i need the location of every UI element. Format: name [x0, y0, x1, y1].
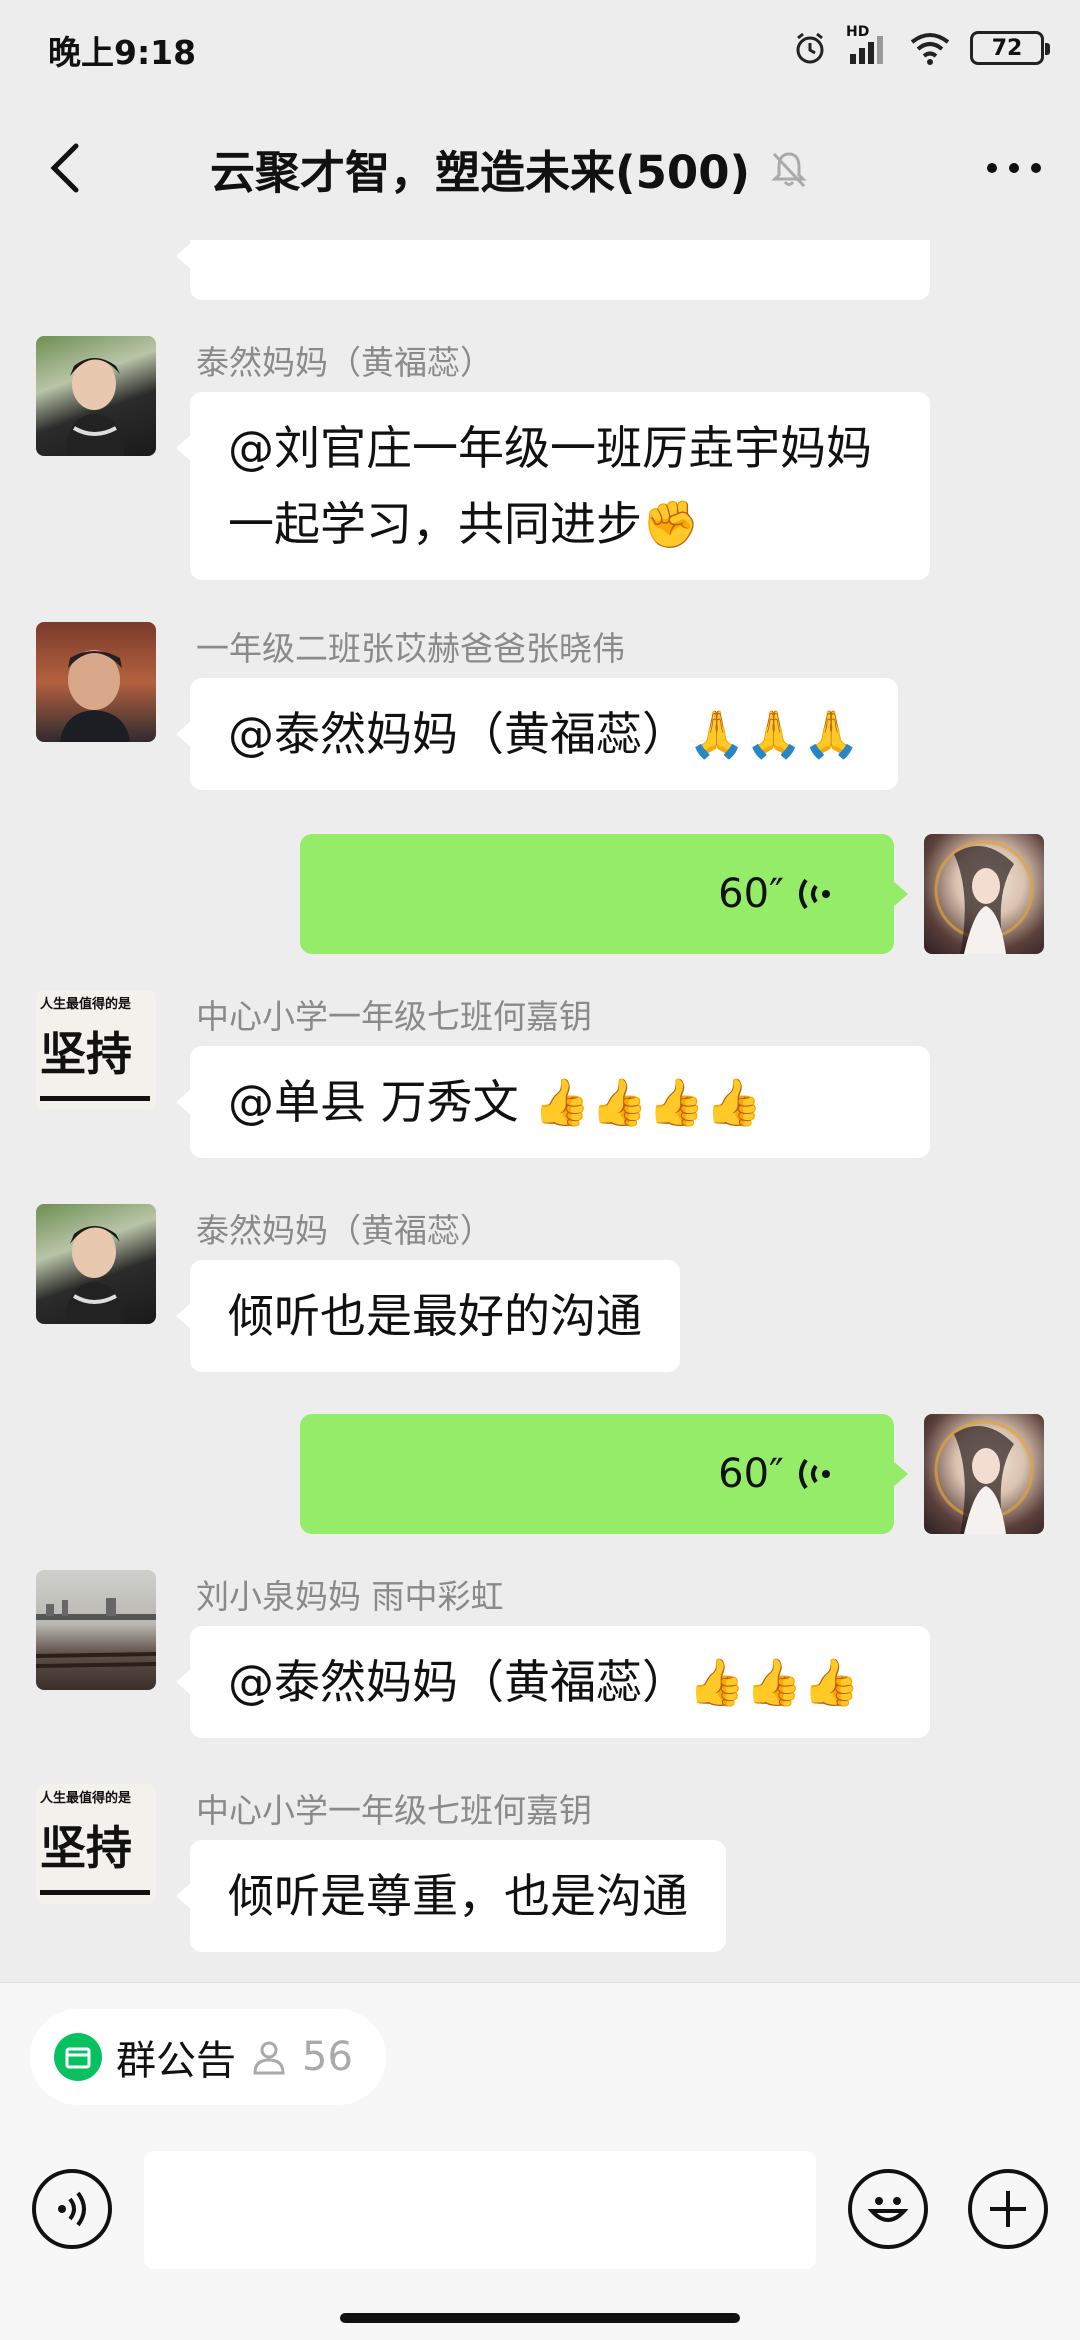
- more-options-button[interactable]: [978, 132, 1050, 204]
- voice-icon: [58, 2191, 86, 2227]
- signal-icon: HD: [846, 24, 890, 66]
- sender-name: 中心小学一年级七班何嘉钥: [196, 997, 592, 1036]
- message-item: 刘小泉妈妈 雨中彩虹 @泰然妈妈（黄福蕊）👍👍👍: [0, 1570, 1080, 1770]
- message-item: 人生最值得的是 坚持 中心小学一年级七班何嘉钥 倾听是尊重，也是沟通: [0, 1784, 1080, 1982]
- message-bubble-partial[interactable]: [176, 240, 930, 300]
- message-bubble[interactable]: @泰然妈妈（黄福蕊）🙏🙏🙏: [176, 678, 898, 790]
- sender-name: 中心小学一年级七班何嘉钥: [196, 1791, 592, 1830]
- sender-name: 泰然妈妈（黄福蕊）: [196, 1211, 493, 1250]
- voice-wave-icon: [799, 878, 830, 910]
- plus-button[interactable]: [968, 2169, 1048, 2249]
- member-count: 56: [302, 2034, 353, 2080]
- plus-icon: [990, 2191, 1026, 2227]
- message-item: 泰然妈妈（黄福蕊） @刘官庄一年级一班厉垚宇妈妈 一起学习，共同进步✊: [0, 336, 1080, 656]
- voice-duration: 60″: [718, 871, 784, 917]
- status-bar: 晚上9:18 HD 72: [0, 0, 1080, 96]
- network-label: HD: [846, 24, 870, 40]
- self-avatar[interactable]: [924, 834, 1044, 954]
- message-item-self: 60″: [0, 1414, 1080, 1544]
- mute-bell-icon: [771, 151, 807, 187]
- avatar[interactable]: [36, 1204, 156, 1324]
- group-notice-button[interactable]: 群公告 56: [30, 2009, 386, 2105]
- message-bubble[interactable]: @单县 万秀文 👍👍👍👍: [176, 1046, 930, 1158]
- member-icon: [253, 2041, 285, 2075]
- status-time: 晚上9:18: [48, 33, 197, 72]
- emoji-face-icon: [867, 2197, 909, 2222]
- message-item: 泰然妈妈（黄福蕊） 倾听也是最好的沟通: [0, 1204, 1080, 1404]
- avatar-caption: 人生最值得的是: [40, 1790, 132, 1806]
- wifi-icon: [910, 33, 950, 65]
- avatar-caption: 人生最值得的是: [40, 996, 132, 1012]
- avatar-slogan: 坚持: [40, 1821, 132, 1875]
- avatar[interactable]: [36, 1570, 156, 1690]
- bottom-panel: 群公告 56: [0, 1982, 1080, 2340]
- battery-indicator: 72: [970, 31, 1050, 65]
- alarm-icon: [796, 32, 824, 64]
- message-bubble[interactable]: 倾听也是最好的沟通: [176, 1260, 680, 1372]
- self-avatar[interactable]: [924, 1414, 1044, 1534]
- notice-label: 群公告: [116, 2038, 236, 2084]
- avatar[interactable]: 人生最值得的是 坚持: [36, 990, 156, 1110]
- message-item: 一年级二班张苡赫爸爸张晓伟 @泰然妈妈（黄福蕊）🙏🙏🙏: [0, 622, 1080, 822]
- avatar[interactable]: 人生最值得的是 坚持: [36, 1784, 156, 1904]
- message-bubble[interactable]: @刘官庄一年级一班厉垚宇妈妈 一起学习，共同进步✊: [176, 392, 930, 580]
- chat-title: 云聚才智，塑造未来(500): [210, 146, 751, 199]
- message-bubble[interactable]: 倾听是尊重，也是沟通: [176, 1840, 726, 1952]
- chat-messages[interactable]: 泰然妈妈（黄福蕊） @刘官庄一年级一班厉垚宇妈妈 一起学习，共同进步✊ 一年级二…: [0, 240, 1080, 1982]
- more-dots-icon: [987, 163, 1041, 173]
- home-indicator[interactable]: [340, 2313, 740, 2323]
- message-item-self: 60″: [0, 834, 1080, 964]
- title-wrap: 云聚才智，塑造未来(500): [210, 136, 810, 201]
- status-icons: HD 72: [792, 24, 1050, 70]
- voice-wave-icon: [799, 1458, 830, 1490]
- message-bubble[interactable]: @泰然妈妈（黄福蕊）👍👍👍: [176, 1626, 930, 1738]
- sender-name: 泰然妈妈（黄福蕊）: [196, 343, 493, 382]
- chat-header: 云聚才智，塑造未来(500): [0, 96, 1080, 240]
- sender-name: 一年级二班张苡赫爸爸张晓伟: [196, 629, 625, 668]
- emoji-button[interactable]: [848, 2169, 928, 2249]
- avatar[interactable]: [36, 336, 156, 456]
- avatar-slogan: 坚持: [40, 1027, 132, 1081]
- voice-message-bubble[interactable]: 60″: [300, 834, 908, 954]
- avatar[interactable]: [36, 622, 156, 742]
- chevron-left-icon: [50, 143, 79, 193]
- message-input[interactable]: [144, 2151, 816, 2269]
- voice-message-bubble[interactable]: 60″: [300, 1414, 908, 1534]
- voice-input-button[interactable]: [32, 2169, 112, 2249]
- notice-icon: [54, 2033, 102, 2081]
- back-button[interactable]: [30, 132, 102, 204]
- message-item: 人生最值得的是 坚持 中心小学一年级七班何嘉钥 @单县 万秀文 👍👍👍👍: [0, 990, 1080, 1190]
- voice-duration: 60″: [718, 1451, 784, 1497]
- sender-name: 刘小泉妈妈 雨中彩虹: [196, 1577, 504, 1616]
